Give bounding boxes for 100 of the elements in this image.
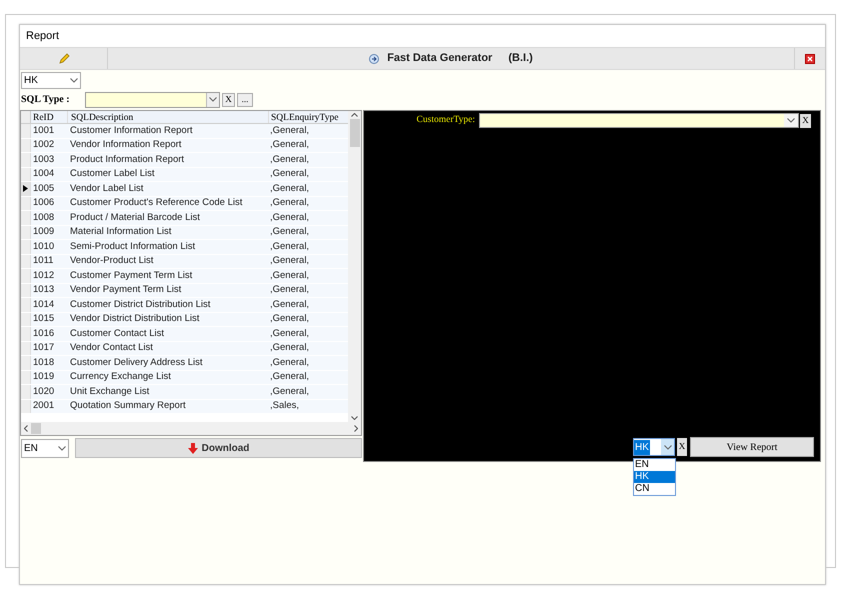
table-cell-text: Customer Label List	[69, 167, 156, 182]
sql-type-label: SQL Type :	[21, 93, 71, 107]
table-cell-text: ,General,	[269, 254, 310, 268]
circle-arrow-icon	[369, 54, 380, 64]
table-cell-text: 1006	[32, 196, 56, 210]
row-header[interactable]	[21, 182, 31, 196]
scroll-down-icon	[351, 416, 358, 420]
table-cell-text: 1002	[32, 138, 56, 152]
scroll-thumb[interactable]	[31, 423, 41, 434]
download-button[interactable]: Download	[75, 438, 362, 458]
table-cell-text: ,General,	[269, 356, 310, 370]
chevron-down-icon	[58, 446, 66, 450]
table-cell-text: Customer Delivery Address List	[69, 356, 204, 370]
table-cell-text: ,General,	[269, 167, 310, 182]
table-cell-text: 1004	[32, 167, 56, 182]
table-cell-text: 1016	[32, 326, 56, 341]
table-cell-text: Unit Exchange List	[69, 384, 150, 399]
clear-button[interactable]: X	[677, 438, 687, 456]
pencil-icon	[58, 52, 70, 64]
browse-button[interactable]: ...	[237, 92, 253, 106]
table-cell-text: ,General,	[269, 124, 310, 138]
table-cell-text: ,General,	[269, 341, 310, 356]
clear-button[interactable]: X	[800, 114, 811, 128]
table-cell-text: Material Information List	[69, 225, 172, 240]
table-cell-text: ,General,	[269, 196, 310, 210]
chevron-down-icon	[664, 444, 672, 450]
column-header[interactable]: ReID	[31, 111, 67, 123]
horizontal-scrollbar[interactable]	[21, 422, 361, 435]
current-row-icon	[23, 185, 28, 192]
scroll-right-icon	[354, 425, 358, 432]
table-cell-text: 1020	[32, 384, 56, 399]
table-cell-text: Customer District Distribution List	[69, 298, 212, 312]
table-cell-text: 1011	[32, 254, 54, 268]
scroll-left-icon	[24, 425, 28, 432]
table-cell-text: Product Information Report	[69, 152, 186, 167]
table-cell-text: ,General,	[269, 326, 310, 341]
sql-type-field[interactable]	[85, 92, 220, 108]
table-cell-text: ,General,	[269, 298, 310, 312]
table-cell-text: ,General,	[269, 210, 310, 225]
chevron-down-icon	[787, 118, 795, 123]
table-cell-text: 1012	[32, 268, 56, 283]
table-cell-text: ,General,	[269, 384, 310, 399]
dropdown-button[interactable]	[661, 439, 674, 455]
table-cell-text: ,General,	[269, 182, 310, 196]
table-cell-text: 1009	[32, 225, 56, 240]
selected-value: HK	[634, 440, 650, 454]
table-cell-text: ,General,	[269, 240, 310, 254]
table-cell-text: 1010	[32, 240, 56, 254]
scroll-up-icon	[351, 113, 358, 117]
table-cell-text: Product / Material Barcode List	[69, 210, 201, 225]
close-icon	[805, 54, 815, 64]
dropdown-option[interactable]: EN	[634, 459, 675, 471]
table-cell-text: ,Sales,	[269, 399, 300, 414]
table-cell-text: ,General,	[269, 370, 310, 384]
table-cell-text: 1003	[32, 152, 56, 167]
table-cell-text: ,General,	[269, 225, 310, 240]
region-select[interactable]: HK	[21, 72, 81, 89]
table-cell-text: ,General,	[269, 312, 310, 326]
toolbar-title: Fast Data Generator	[387, 51, 492, 66]
table-cell-text: ,General,	[269, 138, 310, 152]
dropdown-button[interactable]	[206, 92, 219, 106]
table-cell-text: ,General,	[269, 283, 310, 298]
table-cell-text: 1018	[32, 356, 56, 370]
clear-button[interactable]: X	[222, 92, 235, 106]
dropdown-option[interactable]: HK	[634, 471, 675, 483]
scroll-thumb[interactable]	[350, 119, 360, 147]
table-cell-text: 1017	[32, 341, 56, 356]
column-header[interactable]: SQLDescription	[67, 111, 268, 123]
customer-type-field[interactable]	[479, 113, 799, 128]
table-cell-text: ,General,	[269, 268, 310, 283]
report-language-select[interactable]: HK	[633, 438, 675, 456]
toolbar-subtitle: (B.I.)	[508, 51, 533, 66]
down-arrow-icon	[188, 442, 198, 454]
download-language-select[interactable]: EN	[21, 438, 69, 458]
table-cell-text: Vendor Information Report	[69, 138, 182, 152]
table-cell-text: Vendor District Distribution List	[69, 312, 200, 326]
table-cell-text: Semi-Product Information List	[69, 240, 196, 254]
dropdown-button[interactable]	[784, 114, 798, 127]
customer-type-label: CustomerType:	[416, 114, 476, 128]
table-cell-text: Vendor Label List	[69, 182, 144, 196]
window-title: Report	[26, 28, 60, 44]
vertical-scrollbar[interactable]	[348, 111, 361, 422]
table-cell-text: Customer Contact List	[69, 326, 165, 341]
table-cell-text: ,General,	[269, 152, 310, 167]
table-cell-text: 1001	[32, 124, 56, 138]
table-cell-text: 1008	[32, 210, 56, 225]
table-cell-text: Vendor Payment Term List	[69, 283, 182, 298]
view-report-button[interactable]: View Report	[690, 437, 814, 457]
table-cell-text: 2001	[32, 399, 56, 414]
table-cell-text: Quotation Summary Report	[69, 399, 187, 414]
table-cell-text: 1015	[32, 312, 56, 326]
dropdown-option[interactable]: CN	[634, 483, 675, 495]
table-cell-text: 1019	[32, 370, 56, 384]
table-cell-text: Customer Product's Reference Code List	[69, 196, 244, 210]
chevron-down-icon	[70, 78, 78, 83]
table-cell-text: 1005	[32, 182, 56, 196]
table-cell-text: 1014	[32, 298, 56, 312]
table-cell-text: Currency Exchange List	[69, 370, 172, 384]
table-cell-text: Customer Payment Term List	[69, 268, 194, 283]
table-cell-text: Vendor Contact List	[69, 341, 154, 356]
